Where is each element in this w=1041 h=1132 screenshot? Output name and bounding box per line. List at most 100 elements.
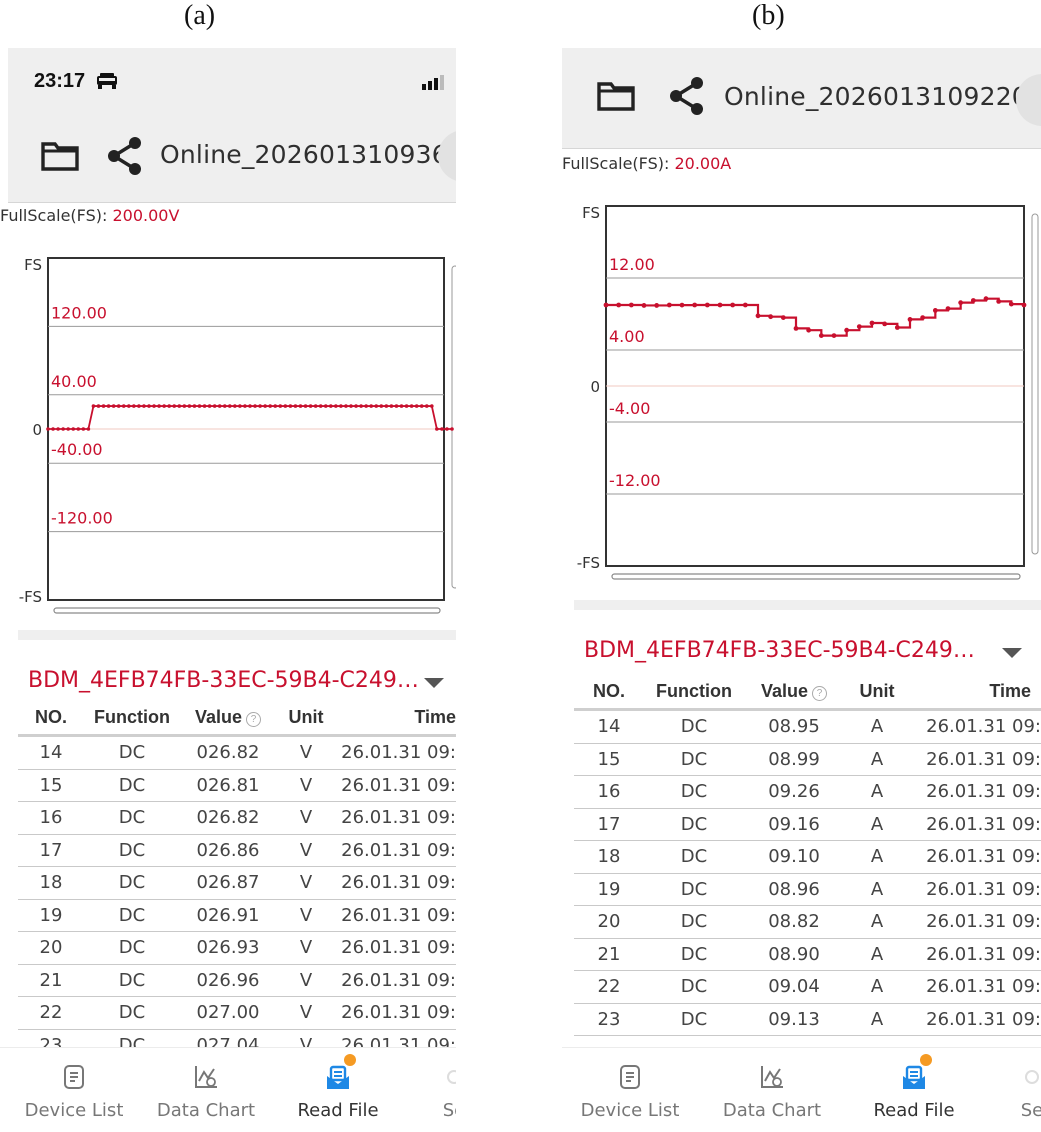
chart-canvas: 120.00 40.00 -40.00 -120.00 FS 0 -FS: [19, 256, 456, 614]
data-point: [424, 404, 429, 408]
table-row[interactable]: 17 DC 09.16 A 26.01.31 09:: [574, 808, 1041, 841]
nav-item-se[interactable]: Se: [1002, 1048, 1041, 1132]
data-point: [409, 404, 414, 408]
gridline-label: -4.00: [609, 399, 650, 418]
panel-label-a: (a): [184, 0, 216, 31]
table-row[interactable]: 21 DC 026.96 V 26.01.31 09:: [18, 964, 456, 997]
column-header-function[interactable]: Function: [644, 674, 744, 711]
folder-icon[interactable]: [40, 140, 80, 172]
column-header-no[interactable]: NO.: [18, 700, 84, 737]
table-row[interactable]: 19 DC 026.91 V 26.01.31 09:: [18, 899, 456, 932]
gridline-label: 40.00: [51, 372, 97, 391]
table-row[interactable]: 16 DC 026.82 V 26.01.31 09:: [18, 801, 456, 835]
y-axis-label-zero: 0: [590, 378, 600, 396]
cell-unit: V: [276, 931, 336, 965]
nav-item-data-chart[interactable]: Data Chart: [146, 1048, 266, 1132]
cell-function: DC: [644, 970, 744, 1004]
cell-unit: A: [844, 873, 910, 906]
nav-label: Read File: [873, 1100, 955, 1121]
data-point: [806, 327, 812, 333]
device-selector[interactable]: BDM_4EFB74FB-33EC-59B4-C249…: [574, 600, 1041, 678]
data-point: [958, 300, 964, 306]
data-point: [414, 404, 419, 408]
table-row[interactable]: 20 DC 08.82 A 26.01.31 09:: [574, 905, 1041, 939]
table-row[interactable]: 22 DC 09.04 A 26.01.31 09:: [574, 970, 1041, 1004]
nav-item-device-list[interactable]: Device List: [568, 1048, 692, 1132]
table-row[interactable]: 15 DC 08.99 A 26.01.31 09:: [574, 743, 1041, 776]
gridline-label: -40.00: [51, 440, 103, 459]
bottom-navigation: Device List Data Chart Read File Se: [562, 1047, 1041, 1132]
table-row[interactable]: 23 DC 09.13 A 26.01.31 09:: [574, 1003, 1041, 1036]
cell-no: 15: [574, 743, 644, 776]
cell-no: 19: [574, 873, 644, 906]
notification-badge: [344, 1054, 356, 1066]
toolbar-action-button[interactable]: [438, 130, 456, 182]
help-icon[interactable]: ?: [812, 685, 828, 701]
panel-label-b: (b): [752, 0, 785, 31]
nav-item-device-list[interactable]: Device List: [14, 1048, 134, 1132]
data-point: [71, 427, 76, 431]
data-table: NO. Function Value? Unit Time 14 DC 08.95 A…: [574, 674, 1041, 1036]
column-header-time[interactable]: Time: [910, 674, 1041, 711]
data-point: [882, 321, 888, 327]
share-icon[interactable]: [106, 136, 142, 176]
nav-item-read-file[interactable]: Read File: [852, 1048, 976, 1132]
nav-item-data-chart[interactable]: Data Chart: [710, 1048, 834, 1132]
nav-label: Data Chart: [722, 1100, 822, 1121]
table-row[interactable]: 22 DC 027.00 V 26.01.31 09:: [18, 996, 456, 1030]
column-header-function[interactable]: Function: [84, 700, 180, 737]
chevron-down-icon[interactable]: [422, 676, 446, 690]
table-row[interactable]: 14 DC 08.95 A 26.01.31 09:: [574, 709, 1041, 744]
data-point: [844, 327, 850, 333]
data-point: [273, 404, 278, 408]
cell-unit: A: [844, 743, 910, 776]
table-row[interactable]: 17 DC 026.86 V 26.01.31 09:: [18, 834, 456, 867]
share-icon[interactable]: [668, 76, 704, 116]
cell-no: 22: [18, 996, 84, 1030]
nav-item-read-file[interactable]: Read File: [278, 1048, 398, 1132]
chevron-down-icon[interactable]: [1000, 646, 1024, 660]
data-point: [679, 302, 685, 308]
folder-icon[interactable]: [596, 80, 636, 112]
data-point: [76, 427, 81, 431]
screenshot-panel-a: 23:17 Online_20260131093609. FullScale(F…: [0, 48, 456, 1132]
column-header-value[interactable]: Value?: [180, 700, 276, 737]
data-point: [818, 333, 824, 338]
cell-no: 23: [574, 1003, 644, 1036]
data-point: [172, 404, 177, 408]
cell-value: 026.93: [180, 931, 276, 965]
horizontal-scrollbar[interactable]: [611, 573, 1021, 580]
device-selector[interactable]: BDM_4EFB74FB-33EC-59B4-C249…: [18, 630, 456, 708]
cell-no: 17: [18, 834, 84, 867]
data-point: [46, 427, 50, 431]
vertical-scrollbar[interactable]: [1031, 213, 1039, 555]
cell-value: 026.87: [180, 866, 276, 900]
vertical-scrollbar[interactable]: [451, 265, 456, 589]
cell-function: DC: [644, 743, 744, 776]
column-header-value[interactable]: Value?: [744, 674, 844, 711]
help-icon[interactable]: ?: [246, 711, 262, 727]
cell-time: 26.01.31 09:: [910, 873, 1041, 906]
nav-item-se[interactable]: Se: [424, 1048, 456, 1132]
column-header-unit[interactable]: Unit: [844, 674, 910, 711]
table-row[interactable]: 14 DC 026.82 V 26.01.31 09:: [18, 735, 456, 770]
table-row[interactable]: 20 DC 026.93 V 26.01.31 09:: [18, 931, 456, 965]
cell-value: 08.82: [744, 905, 844, 939]
column-header-no[interactable]: NO.: [574, 674, 644, 711]
cell-unit: V: [276, 801, 336, 835]
data-point: [263, 404, 267, 408]
column-header-unit[interactable]: Unit: [276, 700, 336, 737]
table-row[interactable]: 18 DC 09.10 A 26.01.31 09:: [574, 840, 1041, 874]
car-icon: [97, 73, 117, 89]
cell-no: 19: [18, 899, 84, 932]
table-row[interactable]: 21 DC 08.90 A 26.01.31 09:: [574, 938, 1041, 971]
table-row[interactable]: 15 DC 026.81 V 26.01.31 09:: [18, 769, 456, 802]
cell-time: 26.01.31 09:: [910, 1003, 1041, 1036]
table-row[interactable]: 19 DC 08.96 A 26.01.31 09:: [574, 873, 1041, 906]
table-row[interactable]: 18 DC 026.87 V 26.01.31 09:: [18, 866, 456, 900]
cell-time: 26.01.31 09:: [336, 931, 456, 965]
column-header-time[interactable]: Time: [336, 700, 456, 737]
horizontal-scrollbar[interactable]: [53, 607, 441, 614]
table-row[interactable]: 16 DC 09.26 A 26.01.31 09:: [574, 775, 1041, 809]
mail-icon: [327, 1065, 349, 1089]
